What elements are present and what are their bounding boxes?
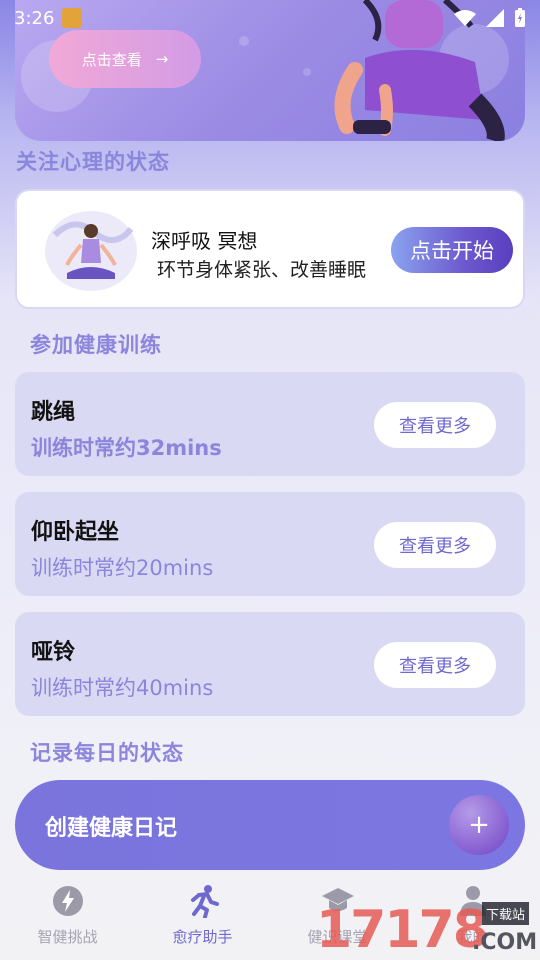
meditation-illustration bbox=[45, 211, 137, 291]
banner-view-button[interactable]: 点击查看 → bbox=[49, 30, 201, 88]
training-name: 仰卧起坐 bbox=[31, 520, 120, 545]
banner-button-label: 点击查看 bbox=[81, 50, 142, 69]
training-name: 哑铃 bbox=[31, 640, 76, 665]
watermark-domain: .COM bbox=[472, 930, 538, 955]
section-title-record: 记录每日的状态 bbox=[30, 741, 184, 765]
meditation-subtitle: 环节身体紧张、改善睡眠 bbox=[157, 259, 367, 281]
banner-dot bbox=[303, 68, 311, 76]
training-card-situps[interactable]: 仰卧起坐 训练时常约20mins 查看更多 bbox=[15, 492, 525, 596]
battery-icon bbox=[515, 8, 525, 27]
training-duration: 训练时常约32mins bbox=[31, 436, 222, 460]
view-more-button[interactable]: 查看更多 bbox=[374, 522, 496, 568]
watermark-sub: 下载站 bbox=[482, 902, 530, 925]
status-time: 3:26 bbox=[14, 7, 55, 29]
meditation-start-button[interactable]: 点击开始 bbox=[391, 227, 513, 273]
nav-label: 愈疗助手 bbox=[172, 928, 233, 946]
create-diary-bar[interactable]: 创建健康日记 + bbox=[15, 780, 525, 870]
running-icon bbox=[186, 884, 220, 918]
section-title-mental: 关注心理的状态 bbox=[16, 150, 170, 174]
section-title-training: 参加健康训练 bbox=[30, 333, 162, 357]
create-diary-label: 创建健康日记 bbox=[45, 816, 178, 841]
training-duration: 训练时常约40mins bbox=[31, 676, 214, 700]
status-left: 3:26 bbox=[14, 7, 83, 29]
watermark-number: 17178 bbox=[316, 900, 489, 960]
training-name: 跳绳 bbox=[31, 400, 76, 425]
nav-item-challenge[interactable]: 智健挑战 bbox=[0, 878, 135, 960]
view-more-button[interactable]: 查看更多 bbox=[374, 402, 496, 448]
nav-item-assistant[interactable]: 愈疗助手 bbox=[135, 878, 270, 960]
training-card-jump-rope[interactable]: 跳绳 训练时常约32mins 查看更多 bbox=[15, 372, 525, 476]
banner-dot bbox=[239, 36, 249, 46]
training-card-dumbbell[interactable]: 哑铃 训练时常约40mins 查看更多 bbox=[15, 612, 525, 716]
site-watermark: 17178 下载站 .COM bbox=[316, 896, 538, 960]
meditation-title: 深呼吸 冥想 bbox=[151, 229, 258, 253]
signal-icon bbox=[486, 9, 504, 27]
arrow-right-icon: → bbox=[155, 50, 169, 68]
view-more-button[interactable]: 查看更多 bbox=[374, 642, 496, 688]
meditation-card[interactable]: 深呼吸 冥想 环节身体紧张、改善睡眠 点击开始 bbox=[15, 189, 525, 309]
app-notification-icon bbox=[62, 8, 83, 28]
add-diary-button[interactable]: + bbox=[449, 795, 509, 855]
status-right bbox=[454, 8, 526, 28]
nav-label: 智健挑战 bbox=[37, 928, 98, 946]
training-duration: 训练时常约20mins bbox=[31, 556, 214, 580]
status-bar: 3:26 bbox=[0, 0, 540, 36]
wifi-icon bbox=[454, 10, 476, 26]
lightning-icon bbox=[51, 884, 85, 918]
